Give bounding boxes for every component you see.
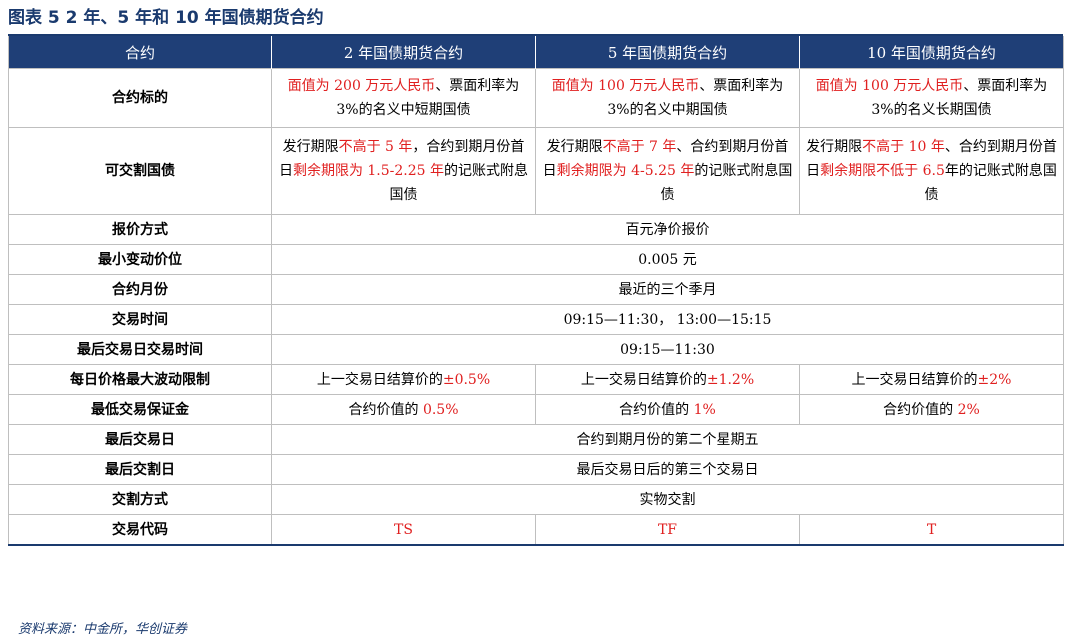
table-row: 交易代码 TS TF T: [8, 514, 1064, 546]
table-row: 最后交易日 合约到期月份的第二个星期五: [8, 424, 1064, 455]
cell-merged: 最近的三个季月: [271, 274, 1064, 305]
row-label: 交易代码: [8, 514, 272, 546]
cell-10y: 合约价值的 2%: [799, 394, 1064, 425]
row-label: 交割方式: [8, 484, 272, 515]
cell-merged: 最后交易日后的第三个交易日: [271, 454, 1064, 485]
header-contract: 合约: [8, 36, 272, 69]
cell-merged: 09:15—11:30， 13:00—15:15: [271, 304, 1064, 335]
table-row: 交割方式 实物交割: [8, 484, 1064, 515]
figure-title: 图表 5 2 年、5 年和 10 年国债期货合约: [8, 8, 324, 28]
row-label: 最后交割日: [8, 454, 272, 485]
cell-5y: TF: [535, 514, 800, 546]
cell-merged: 0.005 元: [271, 244, 1064, 275]
cell-merged: 实物交割: [271, 484, 1064, 515]
cell-5y: 合约价值的 1%: [535, 394, 800, 425]
contract-table-wrapper: 合约 2 年国债期货合约 5 年国债期货合约 10 年国债期货合约 合约标的 面…: [8, 34, 1064, 546]
cell-2y: 合约价值的 0.5%: [271, 394, 536, 425]
cell-10y: 面值为 100 万元人民币、票面利率为 3%的名义长期国债: [799, 68, 1064, 128]
cell-10y: 发行期限不高于 10 年、合约到期月份首日剩余期限不低于 6.5年的记账式附息国…: [799, 127, 1064, 215]
table-row: 最后交易日交易时间 09:15—11:30: [8, 334, 1064, 365]
cell-5y: 发行期限不高于 7 年、合约到期月份首日剩余期限为 4-5.25 年的记账式附息…: [535, 127, 800, 215]
table-row: 最后交割日 最后交易日后的第三个交易日: [8, 454, 1064, 485]
row-label: 可交割国债: [8, 127, 272, 215]
cell-merged: 09:15—11:30: [271, 334, 1064, 365]
row-label: 最后交易日: [8, 424, 272, 455]
table-row: 可交割国债 发行期限不高于 5 年，合约到期月份首日剩余期限为 1.5-2.25…: [8, 127, 1064, 215]
header-row: 合约 2 年国债期货合约 5 年国债期货合约 10 年国债期货合约: [8, 36, 1064, 69]
cell-2y: 发行期限不高于 5 年，合约到期月份首日剩余期限为 1.5-2.25 年的记账式…: [271, 127, 536, 215]
contract-table: 合约 2 年国债期货合约 5 年国债期货合约 10 年国债期货合约 合约标的 面…: [8, 36, 1064, 546]
source-note: 资料来源：中金所，华创证券: [18, 622, 188, 637]
table-row: 交易时间 09:15—11:30， 13:00—15:15: [8, 304, 1064, 335]
row-label: 最低交易保证金: [8, 394, 272, 425]
row-label: 最小变动价位: [8, 244, 272, 275]
cell-10y: T: [799, 514, 1064, 546]
header-10y: 10 年国债期货合约: [799, 36, 1064, 69]
row-label: 报价方式: [8, 214, 272, 245]
table-row: 合约月份 最近的三个季月: [8, 274, 1064, 305]
table-row: 最小变动价位 0.005 元: [8, 244, 1064, 275]
header-2y: 2 年国债期货合约: [271, 36, 536, 69]
row-label: 每日价格最大波动限制: [8, 364, 272, 395]
cell-2y: 面值为 200 万元人民币、票面利率为 3%的名义中短期国债: [271, 68, 536, 128]
cell-2y: TS: [271, 514, 536, 546]
table-row: 报价方式 百元净价报价: [8, 214, 1064, 245]
cell-10y: 上一交易日结算价的±2%: [799, 364, 1064, 395]
table-row: 每日价格最大波动限制 上一交易日结算价的±0.5% 上一交易日结算价的±1.2%…: [8, 364, 1064, 395]
cell-5y: 上一交易日结算价的±1.2%: [535, 364, 800, 395]
cell-merged: 合约到期月份的第二个星期五: [271, 424, 1064, 455]
cell-merged: 百元净价报价: [271, 214, 1064, 245]
table-row: 合约标的 面值为 200 万元人民币、票面利率为 3%的名义中短期国债 面值为 …: [8, 68, 1064, 128]
row-label: 最后交易日交易时间: [8, 334, 272, 365]
row-label: 交易时间: [8, 304, 272, 335]
cell-5y: 面值为 100 万元人民币、票面利率为 3%的名义中期国债: [535, 68, 800, 128]
cell-2y: 上一交易日结算价的±0.5%: [271, 364, 536, 395]
header-5y: 5 年国债期货合约: [535, 36, 800, 69]
row-label: 合约标的: [8, 68, 272, 128]
row-label: 合约月份: [8, 274, 272, 305]
table-row: 最低交易保证金 合约价值的 0.5% 合约价值的 1% 合约价值的 2%: [8, 394, 1064, 425]
